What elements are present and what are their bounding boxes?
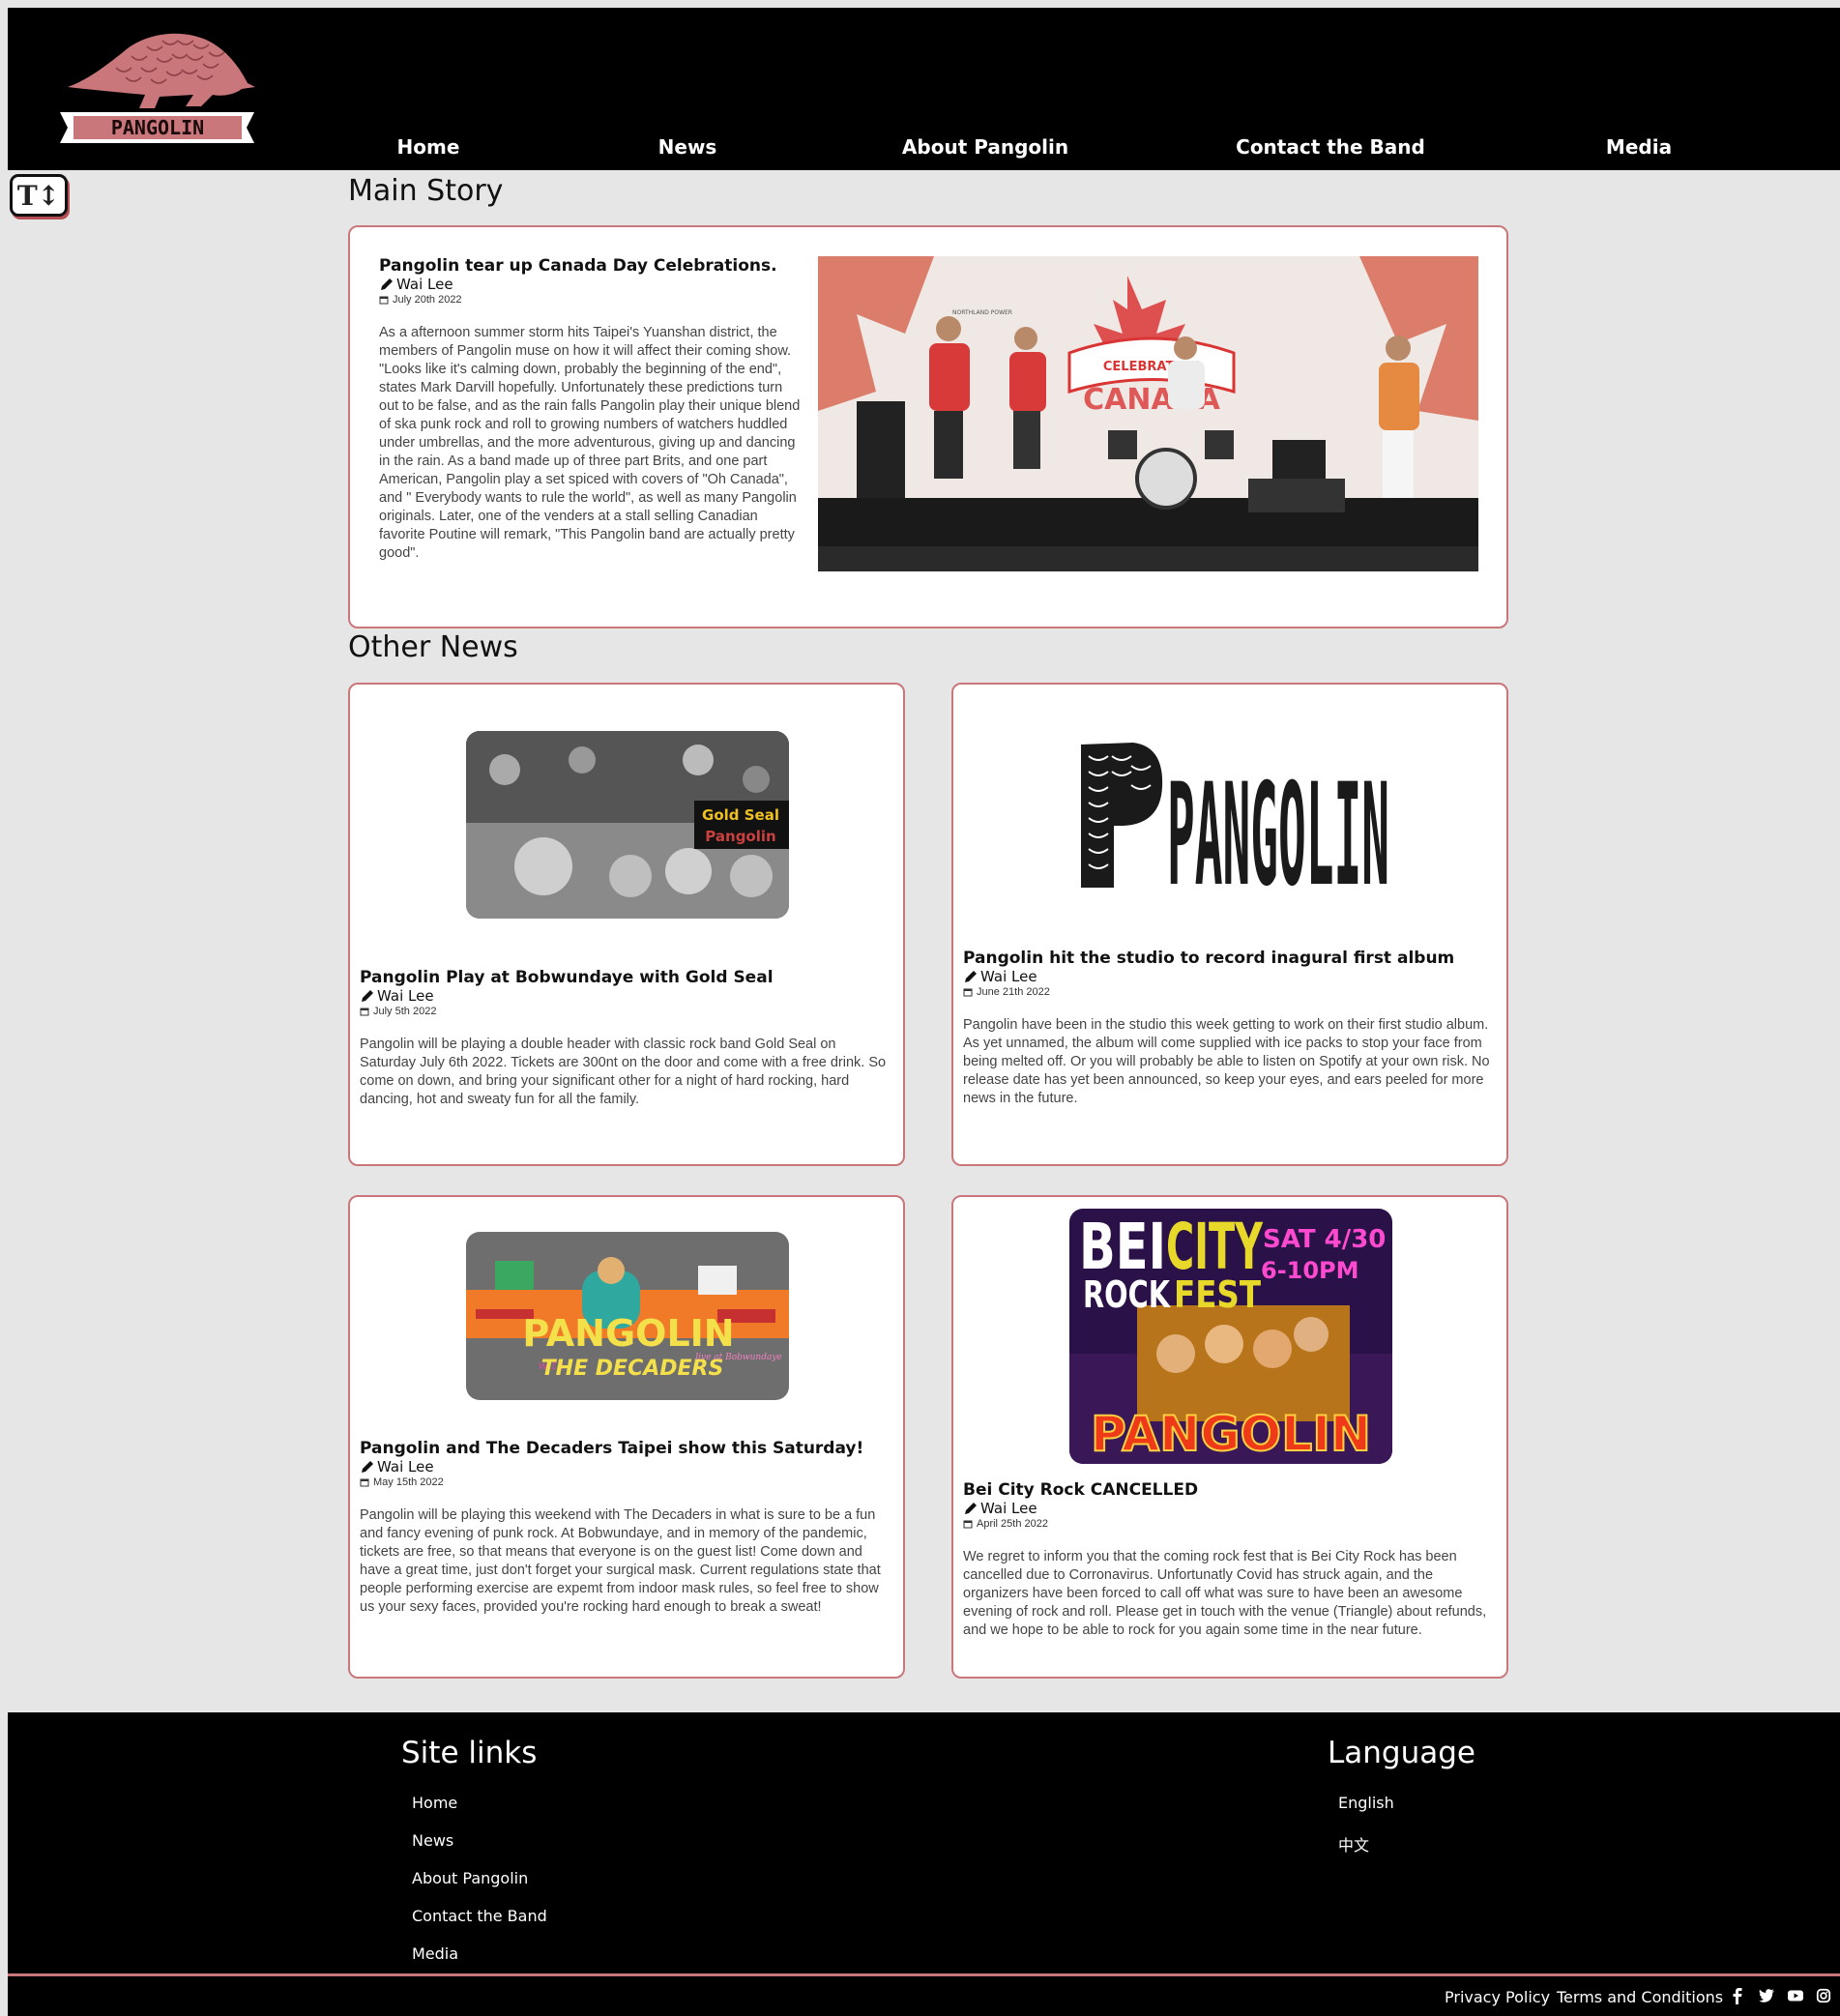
article-title[interactable]: Pangolin hit the studio to record inagur… bbox=[963, 949, 1495, 968]
nav-news[interactable]: News bbox=[658, 135, 717, 159]
twitter-icon[interactable] bbox=[1758, 1987, 1775, 2004]
nav-media[interactable]: Media bbox=[1606, 135, 1672, 159]
calendar-icon bbox=[963, 987, 973, 997]
image-text: live at Bobwundaye bbox=[695, 1353, 782, 1362]
image-text: FEST bbox=[1174, 1273, 1261, 1316]
main-story-title[interactable]: Pangolin tear up Canada Day Celebrations… bbox=[379, 256, 804, 276]
image-text: PANGOLIN bbox=[522, 1312, 734, 1355]
other-news-heading: Other News bbox=[348, 630, 518, 664]
article-author: Wai Lee bbox=[360, 987, 891, 1005]
terms-link[interactable]: Terms and Conditions bbox=[1557, 1988, 1723, 2006]
article-text: Pangolin hit the studio to record inagur… bbox=[963, 949, 1495, 1108]
calendar-icon bbox=[360, 1477, 369, 1487]
author-name: Wai Lee bbox=[980, 968, 1037, 985]
nav-home[interactable]: Home bbox=[397, 135, 460, 159]
pencil-icon bbox=[379, 277, 394, 292]
image-text: SAT 4/30 bbox=[1263, 1225, 1386, 1254]
article-title[interactable]: Pangolin and The Decaders Taipei show th… bbox=[360, 1439, 891, 1458]
image-text: NORTHLAND POWER bbox=[952, 309, 1012, 316]
article-image[interactable]: Gold Seal Pangolin bbox=[466, 731, 789, 919]
image-text: Gold Seal bbox=[702, 806, 779, 824]
language-english[interactable]: English bbox=[1338, 1794, 1394, 1812]
footer-divider bbox=[8, 1973, 1840, 1976]
article-body: Pangolin have been in the studio this we… bbox=[963, 1017, 1490, 1106]
youtube-icon[interactable] bbox=[1787, 1987, 1804, 2004]
main-story-text: Pangolin tear up Canada Day Celebrations… bbox=[379, 256, 804, 563]
main-story-author: Wai Lee bbox=[379, 276, 804, 293]
article-body: Pangolin will be playing a double header… bbox=[360, 1037, 887, 1107]
article-date: July 5th 2022 bbox=[360, 1005, 891, 1018]
site-links-heading: Site links bbox=[401, 1736, 538, 1770]
text-size-button[interactable]: T↕ bbox=[10, 174, 68, 217]
calendar-icon bbox=[963, 1519, 973, 1529]
nav-contact[interactable]: Contact the Band bbox=[1236, 135, 1425, 159]
pangolin-logo[interactable]: PANGOLIN bbox=[58, 27, 256, 153]
calendar-icon bbox=[379, 295, 389, 305]
date-text: May 15th 2022 bbox=[373, 1476, 444, 1488]
main-story-image[interactable]: CELEBRATION CANADA NORTHLAND POWER bbox=[818, 256, 1478, 571]
privacy-policy-link[interactable]: Privacy Policy bbox=[1445, 1988, 1550, 2006]
article-author: Wai Lee bbox=[360, 1458, 891, 1475]
footer-link-about[interactable]: About Pangolin bbox=[412, 1869, 528, 1887]
image-text: ROCK bbox=[1083, 1273, 1171, 1316]
pencil-icon bbox=[963, 1501, 978, 1516]
main-story-card[interactable]: Pangolin tear up Canada Day Celebrations… bbox=[348, 225, 1508, 628]
footer-link-home[interactable]: Home bbox=[412, 1794, 457, 1812]
image-text: PANGOLIN bbox=[1091, 1406, 1371, 1462]
pencil-icon bbox=[360, 1459, 375, 1475]
main-story-heading: Main Story bbox=[348, 174, 504, 208]
article-date: June 21th 2022 bbox=[963, 985, 1495, 999]
facebook-icon[interactable] bbox=[1729, 1987, 1746, 2004]
author-name: Wai Lee bbox=[377, 1458, 434, 1475]
article-author: Wai Lee bbox=[963, 968, 1495, 985]
date-text: April 25th 2022 bbox=[977, 1518, 1048, 1530]
footer-link-media[interactable]: Media bbox=[412, 1944, 458, 1963]
date-text: June 21th 2022 bbox=[977, 986, 1050, 998]
article-image[interactable]: PANGOLIN with THE DECADERS live at Bobwu… bbox=[466, 1232, 789, 1400]
article-title[interactable]: Pangolin Play at Bobwundaye with Gold Se… bbox=[360, 968, 891, 987]
image-text: Pangolin bbox=[705, 828, 775, 845]
news-card[interactable]: PANGOLIN Pangolin hit the studio to reco… bbox=[951, 683, 1508, 1166]
article-date: April 25th 2022 bbox=[963, 1517, 1495, 1531]
pencil-icon bbox=[360, 988, 375, 1004]
article-text: Pangolin and The Decaders Taipei show th… bbox=[360, 1439, 891, 1617]
text-size-icon: T↕ bbox=[16, 179, 61, 212]
site-footer: Site links Home News About Pangolin Cont… bbox=[8, 1712, 1840, 2016]
instagram-icon[interactable] bbox=[1816, 1987, 1831, 2004]
footer-link-news[interactable]: News bbox=[412, 1831, 453, 1850]
image-text: 6-10PM bbox=[1261, 1257, 1359, 1284]
author-name: Wai Lee bbox=[377, 987, 434, 1005]
calendar-icon bbox=[360, 1007, 369, 1016]
language-chinese[interactable]: 中文 bbox=[1338, 1832, 1369, 1855]
main-story-date: July 20th 2022 bbox=[379, 293, 804, 307]
author-name: Wai Lee bbox=[396, 276, 453, 293]
date-text: July 20th 2022 bbox=[393, 294, 462, 306]
news-card[interactable]: PANGOLIN with THE DECADERS live at Bobwu… bbox=[348, 1195, 905, 1679]
article-image[interactable]: BEI CITY ROCK FEST SAT 4/30 6-10PM PANGO… bbox=[1069, 1209, 1392, 1464]
date-text: July 5th 2022 bbox=[373, 1006, 437, 1017]
pencil-icon bbox=[963, 969, 978, 984]
main-story-body: As a afternoon summer storm hits Taipei'… bbox=[379, 325, 801, 561]
article-author: Wai Lee bbox=[963, 1500, 1495, 1517]
article-body: We regret to inform you that the coming … bbox=[963, 1549, 1487, 1638]
news-card[interactable]: Gold Seal Pangolin Pangolin Play at Bobw… bbox=[348, 683, 905, 1166]
site-header: PANGOLIN Home News About Pangolin Contac… bbox=[8, 8, 1840, 170]
footer-link-contact[interactable]: Contact the Band bbox=[412, 1907, 547, 1925]
image-text: PANGOLIN bbox=[1167, 753, 1388, 895]
language-heading: Language bbox=[1328, 1736, 1475, 1770]
news-card[interactable]: BEI CITY ROCK FEST SAT 4/30 6-10PM PANGO… bbox=[951, 1195, 1508, 1679]
author-name: Wai Lee bbox=[980, 1500, 1037, 1517]
article-title[interactable]: Bei City Rock CANCELLED bbox=[963, 1480, 1495, 1500]
nav-about[interactable]: About Pangolin bbox=[902, 135, 1068, 159]
article-image[interactable]: PANGOLIN bbox=[1075, 737, 1388, 895]
article-date: May 15th 2022 bbox=[360, 1475, 891, 1489]
logo-text: PANGOLIN bbox=[111, 116, 204, 139]
article-body: Pangolin will be playing this weekend wi… bbox=[360, 1507, 881, 1615]
page: PANGOLIN Home News About Pangolin Contac… bbox=[8, 8, 1840, 2016]
article-text: Pangolin Play at Bobwundaye with Gold Se… bbox=[360, 968, 891, 1109]
article-text: Bei City Rock CANCELLED Wai Lee April 25… bbox=[963, 1480, 1495, 1640]
